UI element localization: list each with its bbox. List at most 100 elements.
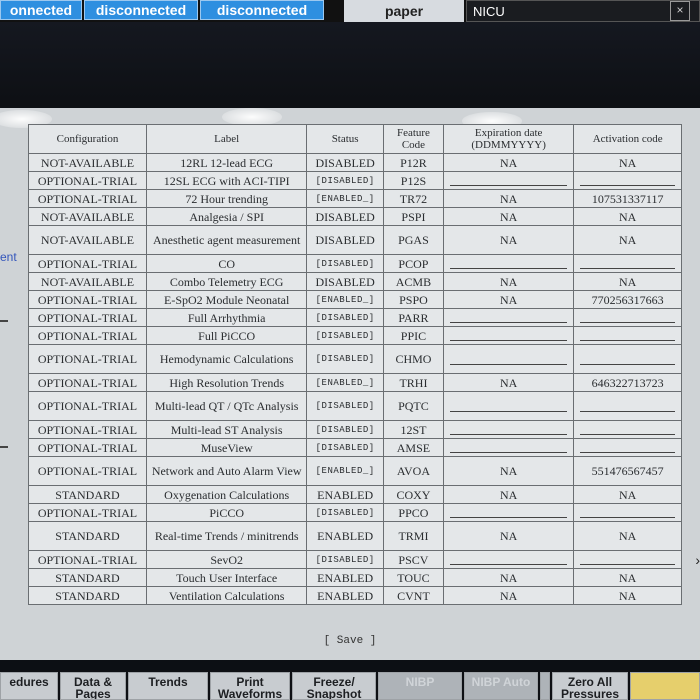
table-row[interactable]: OPTIONAL-TRIAL PiCCO [DISABLED] PPCO (28, 503, 682, 522)
expiration-cell[interactable]: NA (442, 207, 575, 226)
activation-cell[interactable]: 107531337117 (573, 189, 682, 208)
expiration-cell[interactable] (442, 420, 575, 439)
save-button[interactable]: [ Save ] (0, 635, 700, 647)
table-row[interactable]: OPTIONAL-TRIAL MuseView [DISABLED] AMSE (28, 438, 682, 457)
expiration-input[interactable] (449, 330, 568, 341)
activation-cell[interactable]: 770256317663 (573, 290, 682, 309)
table-row[interactable]: STANDARD Oxygenation Calculations ENABLED C… (28, 485, 682, 504)
expiration-cell[interactable]: NA (442, 153, 575, 172)
status-cell[interactable]: [DISABLED] (306, 254, 384, 273)
expiration-cell[interactable]: NA (442, 568, 575, 587)
expiration-cell[interactable]: NA (442, 485, 575, 504)
activation-cell[interactable] (573, 420, 682, 439)
bottom-menu-button[interactable]: Trends (128, 672, 208, 700)
table-row[interactable]: NOT-AVAILABLE Analgesia / SPI DISABLED PSPI… (28, 207, 682, 226)
activation-input[interactable] (580, 442, 675, 453)
connection-status-button-2[interactable]: disconnected (84, 0, 198, 20)
status-cell[interactable]: DISABLED (306, 153, 384, 172)
activation-cell[interactable]: NA (573, 568, 682, 587)
bottom-menu-button[interactable]: NIBP (378, 672, 462, 700)
activation-cell[interactable] (573, 503, 682, 522)
expiration-input[interactable] (449, 312, 568, 323)
expiration-input[interactable] (449, 401, 568, 412)
activation-input[interactable] (580, 424, 675, 435)
table-row[interactable]: OPTIONAL-TRIAL High Resolution Trends [ENA… (28, 373, 682, 392)
status-cell[interactable]: [DISABLED] (306, 326, 384, 345)
activation-cell[interactable] (573, 438, 682, 457)
connection-status-button-3[interactable]: disconnected (200, 0, 324, 20)
alarm-silence-button[interactable] (630, 672, 700, 700)
status-cell[interactable]: [DISABLED] (306, 171, 384, 190)
table-row[interactable]: OPTIONAL-TRIAL CO [DISABLED] PCOP (28, 254, 682, 273)
expiration-input[interactable] (449, 442, 568, 453)
activation-cell[interactable]: NA (573, 272, 682, 291)
expiration-cell[interactable] (442, 326, 575, 345)
activation-cell[interactable] (573, 171, 682, 190)
expiration-cell[interactable]: NA (442, 586, 575, 605)
expiration-input[interactable] (449, 175, 568, 186)
connection-status-button-1[interactable]: onnected (0, 0, 82, 20)
expiration-cell[interactable] (442, 438, 575, 457)
table-row[interactable]: OPTIONAL-TRIAL Full Arrhythmia [DISABLED] P… (28, 308, 682, 327)
status-cell[interactable]: ENABLED (306, 485, 384, 504)
activation-cell[interactable]: NA (573, 225, 682, 255)
expiration-cell[interactable] (442, 308, 575, 327)
bottom-menu-button[interactable]: Zero All Pressures (552, 672, 628, 700)
status-cell[interactable]: [ENABLED_] (306, 373, 384, 392)
activation-input[interactable] (580, 507, 675, 518)
expiration-input[interactable] (449, 258, 568, 269)
status-cell[interactable]: DISABLED (306, 272, 384, 291)
bottom-menu-button[interactable]: edures (0, 672, 58, 700)
activation-cell[interactable]: NA (573, 207, 682, 226)
expiration-cell[interactable]: NA (442, 521, 575, 551)
table-row[interactable]: OPTIONAL-TRIAL Full PiCCO [DISABLED] PPIC (28, 326, 682, 345)
table-row[interactable]: OPTIONAL-TRIAL Network and Auto Alarm Vie… (28, 456, 682, 486)
expiration-cell[interactable]: NA (442, 189, 575, 208)
expiration-cell[interactable]: NA (442, 290, 575, 309)
expiration-cell[interactable] (442, 503, 575, 522)
expiration-cell[interactable] (442, 391, 575, 421)
activation-input[interactable] (580, 401, 675, 412)
status-cell[interactable]: [DISABLED] (306, 438, 384, 457)
table-row[interactable]: OPTIONAL-TRIAL SevO2 [DISABLED] PSCV (28, 550, 682, 569)
table-row[interactable]: STANDARD Real-time Trends / minitrends ENA… (28, 521, 682, 551)
bottom-menu-button[interactable]: Print Waveforms (210, 672, 290, 700)
table-row[interactable]: OPTIONAL-TRIAL Multi-lead ST Analysis [DIS… (28, 420, 682, 439)
activation-cell[interactable]: 551476567457 (573, 456, 682, 486)
activation-cell[interactable] (573, 344, 682, 374)
expiration-cell[interactable] (442, 344, 575, 374)
status-cell[interactable]: [ENABLED_] (306, 189, 384, 208)
status-cell[interactable]: ENABLED (306, 521, 384, 551)
status-cell[interactable]: [ENABLED_] (306, 456, 384, 486)
bottom-menu-button[interactable] (540, 672, 550, 700)
scroll-right-icon[interactable]: › (695, 552, 700, 568)
table-row[interactable]: STANDARD Touch User Interface ENABLED TOUC N… (28, 568, 682, 587)
table-row[interactable]: STANDARD Ventilation Calculations ENABLED C… (28, 586, 682, 605)
table-row[interactable]: NOT-AVAILABLE 12RL 12-lead ECG DISABLED P12… (28, 153, 682, 172)
status-cell[interactable]: [ENABLED_] (306, 290, 384, 309)
status-cell[interactable]: [DISABLED] (306, 391, 384, 421)
expiration-input[interactable] (449, 507, 568, 518)
table-row[interactable]: OPTIONAL-TRIAL Hemodynamic Calculations [D… (28, 344, 682, 374)
paper-button[interactable]: paper (344, 0, 464, 22)
expiration-cell[interactable]: NA (442, 456, 575, 486)
activation-cell[interactable]: NA (573, 485, 682, 504)
activation-cell[interactable]: NA (573, 153, 682, 172)
close-icon[interactable]: × (670, 1, 690, 21)
expiration-cell[interactable] (442, 171, 575, 190)
status-cell[interactable]: [DISABLED] (306, 420, 384, 439)
bottom-menu-button[interactable]: Freeze/ Snapshot (292, 672, 376, 700)
expiration-cell[interactable]: NA (442, 373, 575, 392)
activation-cell[interactable]: NA (573, 521, 682, 551)
status-cell[interactable]: ENABLED (306, 568, 384, 587)
activation-input[interactable] (580, 330, 675, 341)
activation-input[interactable] (580, 354, 675, 365)
care-unit-field[interactable]: NICU (466, 0, 700, 22)
activation-input[interactable] (580, 312, 675, 323)
bottom-menu-button[interactable]: NIBP Auto (464, 672, 538, 700)
side-menu-label[interactable]: ent (0, 250, 17, 264)
activation-cell[interactable]: 646322713723 (573, 373, 682, 392)
table-row[interactable]: OPTIONAL-TRIAL E-SpO2 Module Neonatal [ENA… (28, 290, 682, 309)
activation-cell[interactable] (573, 550, 682, 569)
table-row[interactable]: OPTIONAL-TRIAL Multi-lead QT / QTc Analys… (28, 391, 682, 421)
